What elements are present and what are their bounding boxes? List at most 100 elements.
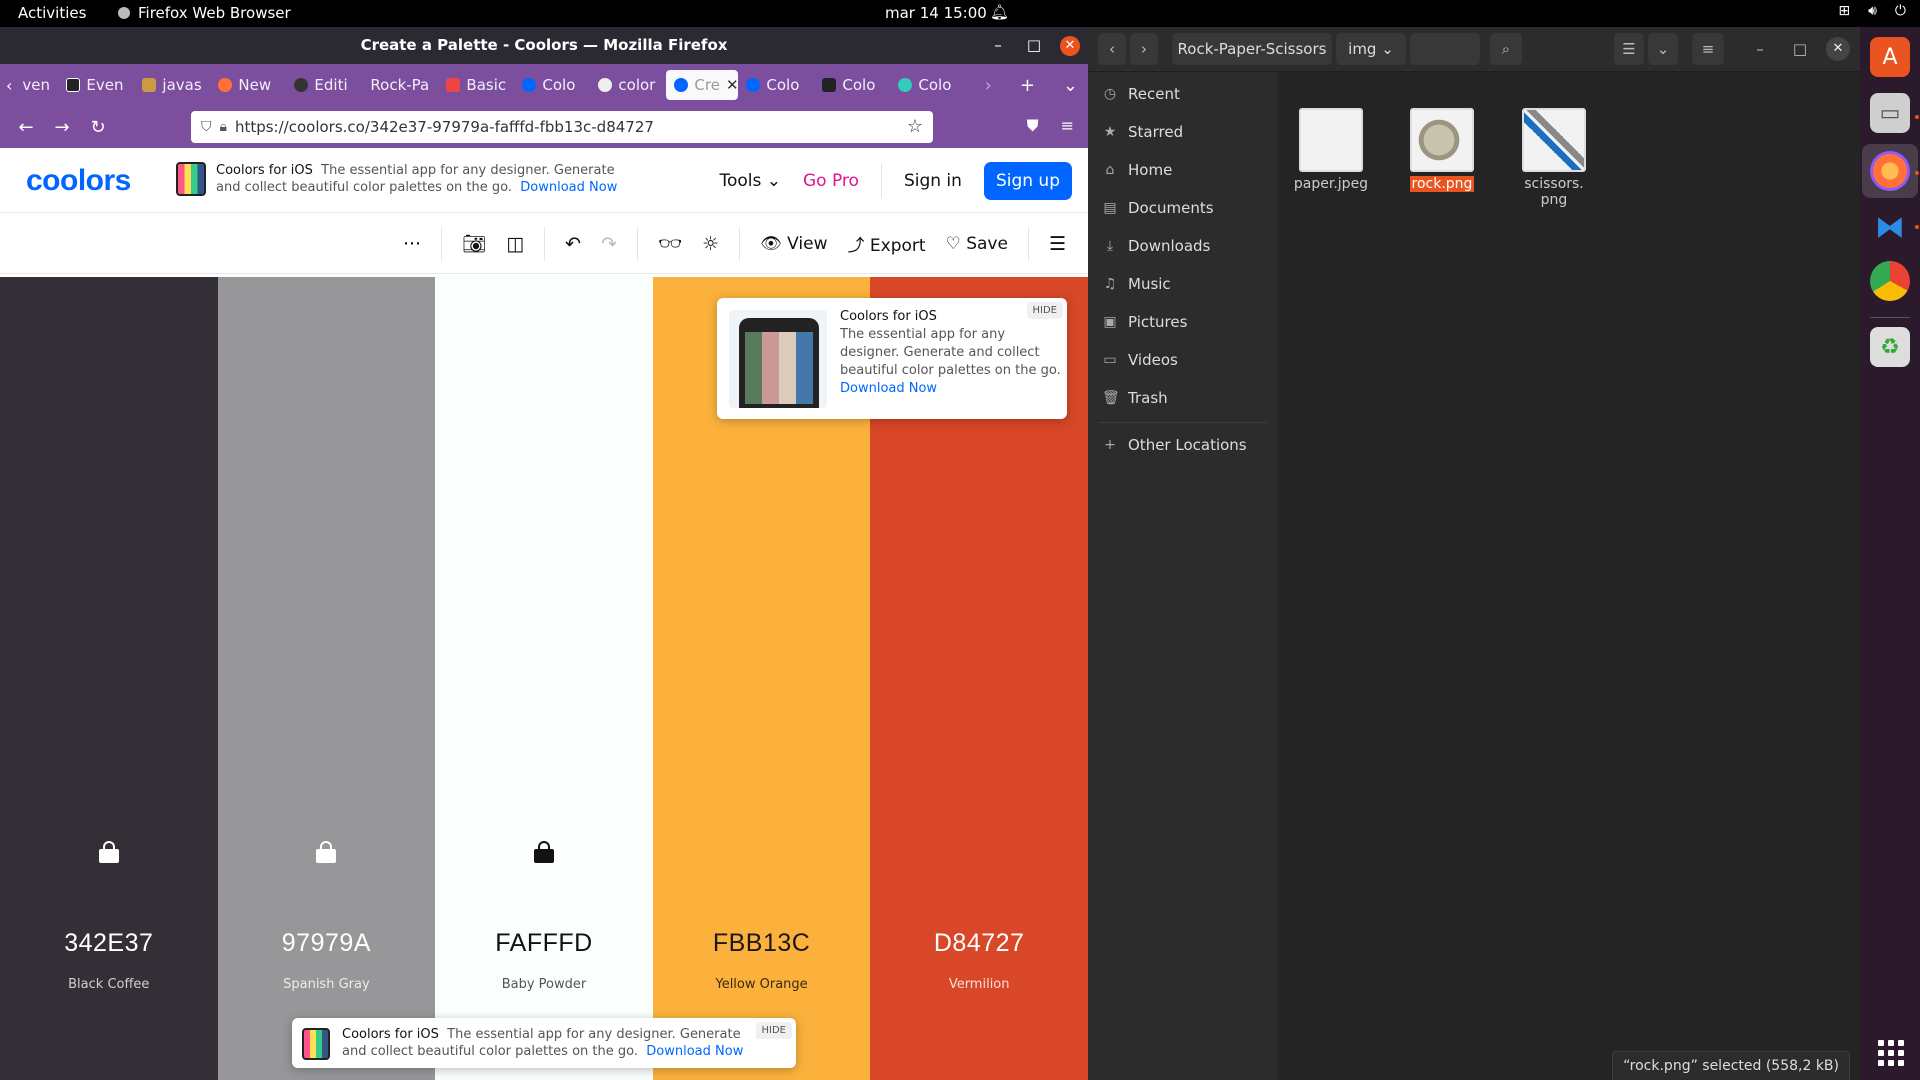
menu-icon[interactable]: ≡ — [1692, 33, 1724, 65]
file-item[interactable]: scissors. png — [1509, 108, 1599, 208]
more-options-icon[interactable]: ··· — [403, 233, 421, 255]
lock-icon[interactable] — [533, 841, 554, 863]
hex-code[interactable]: 342E37 — [0, 929, 218, 958]
sign-up-button[interactable]: Sign up — [983, 162, 1072, 200]
file-item-selected[interactable]: rock.png — [1397, 108, 1487, 192]
chrome-icon[interactable] — [1870, 261, 1910, 301]
vscode-icon[interactable]: ⧓ — [1870, 207, 1910, 247]
nav-right-icons: ⛊ ≡ — [1027, 116, 1074, 136]
menu-icon[interactable]: ≡ — [1061, 116, 1074, 136]
lock-icon[interactable] — [316, 841, 337, 863]
app-menu[interactable]: Firefox Web Browser — [118, 4, 291, 22]
forward-icon[interactable]: → — [52, 117, 72, 138]
minimize-icon[interactable]: – — [988, 27, 1008, 64]
pocket-icon[interactable]: ⛊ — [1027, 116, 1039, 136]
back-icon[interactable]: ‹ — [1098, 33, 1126, 65]
search-icon[interactable]: ⌕ — [1490, 33, 1522, 65]
hex-code[interactable]: FAFFFD — [435, 929, 653, 958]
hide-button[interactable]: HIDE — [1026, 302, 1063, 319]
download-now-link[interactable]: Download Now — [646, 1044, 743, 1059]
split-view-icon[interactable]: ◫ — [506, 233, 524, 255]
hide-button[interactable]: HIDE — [755, 1022, 792, 1039]
sidebar-item-other-locations[interactable]: + Other Locations — [1102, 436, 1247, 454]
download-now-link[interactable]: Download Now — [840, 380, 1062, 398]
hex-code[interactable]: D84727 — [870, 929, 1088, 958]
tab[interactable]: New — [210, 70, 286, 100]
hamburger-menu-icon[interactable]: ☰ — [1049, 233, 1066, 255]
maximize-icon[interactable]: □ — [1788, 33, 1812, 65]
tab[interactable]: Colo — [814, 70, 890, 100]
brightness-icon[interactable]: ☼ — [702, 233, 719, 255]
heart-icon: ♡ — [945, 233, 961, 254]
tab[interactable]: Colo — [890, 70, 966, 100]
sidebar-item-downloads[interactable]: ⤓ Downloads — [1102, 237, 1211, 255]
sidebar-item-recent[interactable]: ◷ Recent — [1102, 85, 1180, 103]
tools-menu[interactable]: Tools ⌄ — [719, 171, 781, 191]
close-icon[interactable]: ✕ — [1826, 37, 1850, 61]
list-view-icon[interactable]: ☰ — [1614, 33, 1644, 65]
sidebar-item-pictures[interactable]: ▣ Pictures — [1102, 313, 1187, 331]
minimize-icon[interactable]: – — [1748, 33, 1772, 65]
color-column[interactable]: 97979A Spanish Gray — [217, 277, 436, 1080]
file-item[interactable]: paper.jpeg — [1286, 108, 1376, 192]
show-applications-icon[interactable] — [1878, 1040, 1904, 1066]
view-options-icon[interactable]: ⌄ — [1648, 33, 1678, 65]
tab[interactable]: Even — [58, 70, 134, 100]
list-tabs-icon[interactable]: ⌄ — [1063, 75, 1078, 96]
url-text[interactable]: https://coolors.co/342e37-97979a-fafffd-… — [235, 118, 654, 136]
tab-active[interactable]: Cre ✕ — [666, 70, 739, 100]
tab-favicon-icon — [66, 78, 81, 92]
sidebar-item-documents[interactable]: ▤ Documents — [1102, 199, 1213, 217]
camera-icon[interactable]: 📷︎ — [462, 232, 486, 255]
tab[interactable]: Basic — [438, 70, 514, 100]
undo-icon[interactable]: ↶ — [565, 233, 581, 255]
path-segment-current[interactable]: img ⌄ — [1336, 33, 1406, 65]
sidebar-item-music[interactable]: ♫ Music — [1102, 275, 1171, 293]
firefox-icon[interactable] — [1870, 151, 1910, 191]
tab-scroll-left-icon[interactable]: ‹ — [6, 76, 12, 95]
sidebar-item-videos[interactable]: ▭ Videos — [1102, 351, 1177, 369]
url-bar[interactable]: ⛉ 🔒︎ https://coolors.co/342e37-97979a-fa… — [191, 111, 933, 143]
tab[interactable]: color — [590, 70, 666, 100]
tab[interactable]: ven — [14, 70, 58, 100]
activities-button[interactable]: Activities — [18, 4, 86, 22]
save-button[interactable]: ♡ Save — [946, 234, 1008, 254]
software-center-icon[interactable]: A — [1870, 37, 1910, 77]
forward-icon[interactable]: › — [1130, 33, 1158, 65]
new-tab-icon[interactable]: + — [1020, 75, 1035, 96]
view-button[interactable]: 👁︎ View — [760, 234, 827, 254]
tab[interactable]: Colo — [738, 70, 814, 100]
coolors-logo[interactable]: coolors — [26, 164, 131, 198]
hex-code[interactable]: 97979A — [218, 929, 436, 958]
clock[interactable]: mar 14 15:00 — [885, 4, 987, 22]
sidebar-item-home[interactable]: ⌂ Home — [1102, 161, 1173, 179]
sign-in-link[interactable]: Sign in — [904, 171, 962, 191]
go-pro-link[interactable]: Go Pro — [803, 171, 859, 191]
download-now-link[interactable]: Download Now — [520, 180, 617, 195]
back-icon[interactable]: ← — [16, 117, 36, 138]
tab[interactable]: Colo — [514, 70, 590, 100]
close-icon[interactable]: ✕ — [1060, 35, 1080, 56]
tab[interactable]: javas — [134, 70, 210, 100]
trash-icon[interactable]: ♻ — [1870, 327, 1910, 367]
sidebar-item-starred[interactable]: ★ Starred — [1102, 123, 1183, 141]
hex-code[interactable]: FBB13C — [653, 929, 871, 958]
maximize-icon[interactable]: □ — [1024, 27, 1044, 64]
shield-icon[interactable]: ⛉ — [201, 119, 212, 135]
bookmark-star-icon[interactable]: ☆ — [907, 116, 923, 137]
path-segment[interactable]: Rock-Paper-Scissors — [1172, 33, 1332, 65]
files-icon[interactable]: ▭ — [1870, 93, 1910, 133]
tab-close-icon[interactable]: ✕ — [726, 76, 738, 94]
lock-icon[interactable] — [98, 841, 119, 863]
redo-icon[interactable]: ↷ — [601, 233, 617, 255]
system-tray[interactable]: ⊞ 🔊︎ ⏻ — [1838, 3, 1906, 19]
sidebar-item-trash[interactable]: 🗑︎ Trash — [1102, 389, 1168, 407]
reload-icon[interactable]: ↻ — [88, 117, 108, 138]
color-column[interactable]: FAFFFD Baby Powder — [435, 277, 653, 1080]
tab[interactable]: Editi — [286, 70, 362, 100]
tab-scroll-right-icon[interactable]: › — [985, 75, 992, 96]
export-button[interactable]: ⤴ Export — [848, 231, 926, 256]
tab[interactable]: Rock-Pa — [362, 70, 438, 100]
glasses-icon[interactable]: 👓︎ — [658, 232, 682, 255]
color-column[interactable]: 342E37 Black Coffee — [0, 277, 218, 1080]
